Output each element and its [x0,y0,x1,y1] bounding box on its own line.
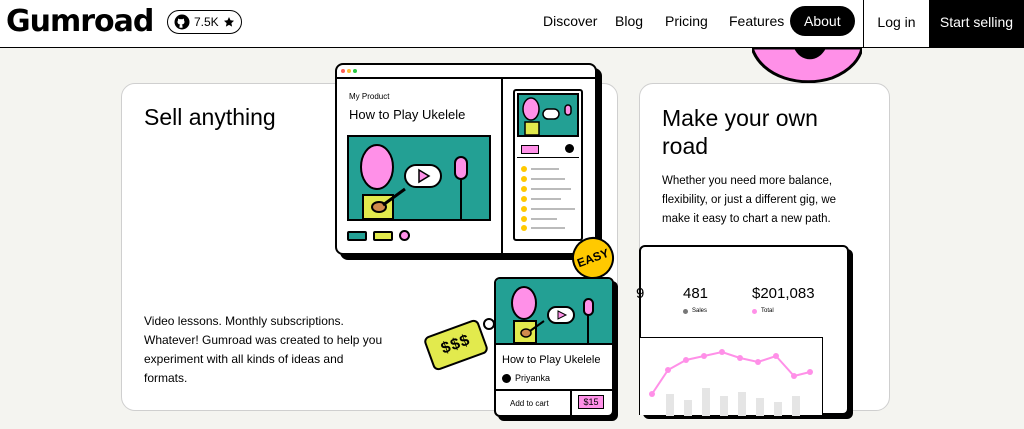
mock-chip-teal [347,231,367,241]
start-selling-button[interactable]: Start selling [929,0,1024,48]
product-card-author: Priyanka [502,373,550,383]
add-to-cart-button[interactable]: Add to cart [510,399,549,408]
nav-about[interactable]: About [790,6,855,36]
stat-sales-legend: Sales [683,308,707,314]
stat-sales-value: 481 [683,285,709,302]
nav-blog[interactable]: Blog [615,6,643,36]
author-name: Priyanka [515,373,551,383]
sales-chart [639,337,823,416]
github-stars-badge[interactable]: 7.5K [167,10,242,34]
mock-sidebar-panel [513,89,583,241]
product-card[interactable]: How to Play Ukelele Priyanka Add to cart… [494,277,614,417]
product-card-thumbnail [496,279,612,345]
video-thumbnail [347,135,491,221]
nav-discover[interactable]: Discover [543,6,597,36]
sell-anything-description: Video lessons. Monthly subscriptions. Wh… [144,314,383,385]
window-dots [341,69,357,73]
mock-chip-yellow [373,231,393,241]
github-stars-count: 7.5K [194,15,219,29]
product-card-title[interactable]: How to Play Ukelele [502,354,600,366]
sell-anything-title: Sell anything [144,104,276,130]
github-icon [174,14,190,30]
nav-pricing[interactable]: Pricing [665,6,708,36]
make-your-own-road-description: Whether you need more balance, flexibili… [662,175,837,225]
stat-total-legend: Total [752,308,774,314]
checklist-graphic [521,166,575,231]
price-badge: $15 [578,395,604,409]
ukelele-character-illustration [360,144,468,220]
stat-partial-value: 9 [636,285,645,302]
gumroad-logo[interactable]: Gumroad [6,4,154,40]
star-icon [223,17,234,27]
product-page-mockup: My Product How to Play Ukelele [335,63,597,255]
make-your-own-road-title: Make your own road [662,105,818,159]
mock-product-title: How to Play Ukelele [349,107,466,122]
mock-product-label: My Product [349,92,390,101]
sales-line-chart [649,349,813,416]
login-button[interactable]: Log in [863,0,929,48]
decorative-pink-shape [752,48,862,84]
nav-features[interactable]: Features [729,6,784,36]
stat-total-value: $201,083 [752,285,815,302]
plus-icon [399,230,410,241]
author-avatar [502,373,511,383]
mini-video-thumbnail [517,93,579,137]
top-nav-bar: Gumroad 7.5K Discover Blog Pricing Featu… [0,0,1024,48]
